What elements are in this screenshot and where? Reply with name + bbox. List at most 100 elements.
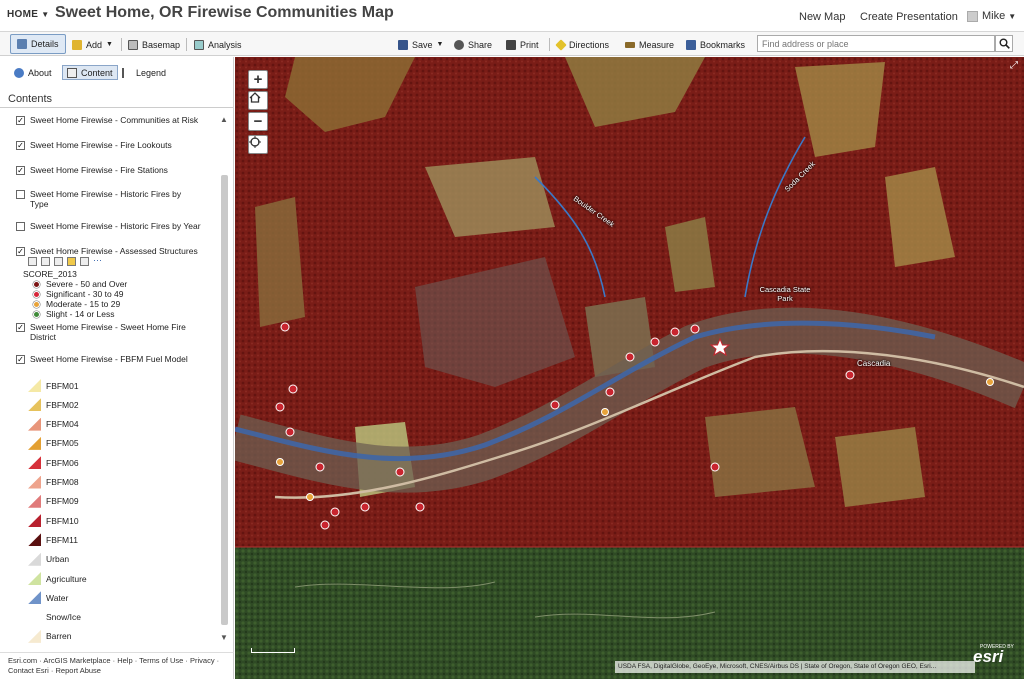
- analysis-icon[interactable]: [80, 257, 89, 266]
- save-button[interactable]: Save ▼: [398, 36, 443, 53]
- layer-checkbox[interactable]: [16, 190, 25, 199]
- fuel-swatch-icon: [28, 610, 41, 624]
- share-label: Share: [468, 39, 493, 50]
- filter-icon[interactable]: [67, 257, 76, 266]
- details-button[interactable]: Details: [10, 34, 66, 54]
- print-button[interactable]: Print: [506, 36, 539, 53]
- fuel-legend-item: Urban: [28, 552, 70, 566]
- directions-icon: [555, 38, 567, 51]
- locate-button[interactable]: [248, 135, 268, 154]
- fuel-legend-item: Snow/Ice: [28, 610, 81, 624]
- add-button[interactable]: Add ▼: [72, 36, 113, 53]
- chevron-down-icon[interactable]: ▼: [220, 633, 228, 642]
- fuel-legend-item: FBFM10: [28, 514, 79, 528]
- panel-scrollbar[interactable]: ▲ ▼: [219, 115, 230, 647]
- moderate-dot-icon: [33, 300, 40, 308]
- footer-links: Esri.com · ArcGIS Marketplace · Help · T…: [0, 652, 234, 679]
- home-menu-button[interactable]: HOME ▼: [7, 9, 49, 20]
- layer-item[interactable]: ✓ Sweet Home Firewise - Fire Lookouts: [16, 140, 216, 150]
- app-header: HOME ▼ Sweet Home, OR Firewise Communitie…: [0, 0, 1024, 32]
- zoom-out-button[interactable]: −: [248, 112, 268, 131]
- new-map-link[interactable]: New Map: [799, 11, 845, 23]
- details-panel: About Content Legend Contents ✓ Sweet Ho…: [0, 57, 234, 652]
- ruler-icon: [625, 41, 635, 48]
- more-options-icon[interactable]: ···: [93, 256, 105, 266]
- user-menu[interactable]: Mike ▼: [967, 10, 1016, 22]
- severe-dot-icon: [33, 280, 40, 288]
- bookmarks-button[interactable]: Bookmarks: [686, 36, 745, 53]
- fuel-legend-item: FBFM09: [28, 494, 79, 508]
- analysis-label: Analysis: [208, 39, 242, 50]
- slight-dot-icon: [33, 310, 40, 318]
- footer-line-1[interactable]: Esri.com · ArcGIS Marketplace · Help · T…: [8, 656, 225, 666]
- tab-legend[interactable]: Legend: [122, 65, 166, 80]
- fuel-legend-item: FBFM06: [28, 456, 79, 470]
- layer-item[interactable]: ✓ Sweet Home Firewise - FBFM Fuel Model: [16, 354, 216, 364]
- basemap-button[interactable]: Basemap: [128, 36, 180, 53]
- home-extent-button[interactable]: [248, 91, 268, 110]
- layer-checkbox[interactable]: ✓: [16, 116, 25, 125]
- layer-checkbox[interactable]: ✓: [16, 247, 25, 256]
- fuel-legend-label: FBFM01: [46, 380, 79, 391]
- expand-icon[interactable]: ⤢: [1010, 60, 1018, 71]
- fuel-legend-label: Urban: [46, 554, 70, 565]
- scrollbar-thumb[interactable]: [221, 175, 228, 625]
- create-presentation-link[interactable]: Create Presentation: [860, 11, 958, 23]
- print-label: Print: [520, 39, 539, 50]
- map-view[interactable]: + − ⤢ Boulder Creek Soda Creek Cascadia …: [235, 57, 1024, 679]
- layer-item[interactable]: Sweet Home Firewise - Historic Fires by …: [16, 221, 216, 231]
- legend-icon: [122, 67, 132, 78]
- legend-item: Severe - 50 and Over: [33, 279, 127, 289]
- fuel-swatch-icon: [28, 436, 41, 450]
- style-icon[interactable]: [54, 257, 63, 266]
- fuel-swatch-icon: [28, 494, 41, 508]
- table-icon[interactable]: [28, 257, 37, 266]
- search-button[interactable]: [995, 35, 1013, 52]
- layer-checkbox[interactable]: [16, 222, 25, 231]
- layer-label: Sweet Home Firewise - Historic Fires by …: [30, 189, 182, 209]
- search-icon: [999, 38, 1010, 49]
- tab-content[interactable]: Content: [62, 65, 118, 80]
- tab-about[interactable]: About: [14, 65, 52, 80]
- layer-item[interactable]: ✓ Sweet Home Firewise - Sweet Home Fire …: [16, 322, 196, 342]
- chevron-down-icon: ▼: [106, 41, 113, 48]
- layer-item[interactable]: Sweet Home Firewise - Historic Fires by …: [16, 189, 196, 209]
- search-input[interactable]: [757, 35, 995, 52]
- fuel-swatch-icon: [28, 417, 41, 431]
- esri-logo[interactable]: esri: [973, 647, 1003, 667]
- fuel-legend-item: FBFM11: [28, 533, 78, 547]
- add-icon: [72, 39, 82, 50]
- map-canvas[interactable]: [235, 57, 1024, 679]
- layer-checkbox[interactable]: ✓: [16, 141, 25, 150]
- details-icon: [17, 39, 27, 49]
- basemap-label: Basemap: [142, 39, 181, 50]
- layer-label: Sweet Home Firewise - Assessed Structure…: [30, 246, 198, 256]
- legend-label: Slight - 14 or Less: [46, 309, 115, 319]
- fuel-swatch-icon: [28, 533, 41, 547]
- layer-checkbox[interactable]: ✓: [16, 355, 25, 364]
- layer-checkbox[interactable]: ✓: [16, 323, 25, 332]
- layer-item[interactable]: ✓ Sweet Home Firewise - Fire Stations: [16, 165, 216, 175]
- print-icon: [506, 39, 516, 50]
- layer-label: Sweet Home Firewise - Historic Fires by …: [30, 221, 201, 231]
- analysis-button[interactable]: Analysis: [194, 36, 242, 53]
- layer-checkbox[interactable]: ✓: [16, 166, 25, 175]
- map-attribution[interactable]: USDA FSA, DigitalGlobe, GeoEye, Microsof…: [615, 661, 975, 673]
- measure-button[interactable]: Measure: [625, 36, 674, 53]
- chevron-up-icon[interactable]: ▲: [220, 115, 228, 124]
- save-icon: [398, 39, 408, 50]
- footer-line-2[interactable]: Contact Esri · Report Abuse: [8, 666, 225, 676]
- content-icon: [67, 67, 77, 78]
- analysis-icon: [194, 39, 204, 50]
- directions-button[interactable]: Directions: [555, 36, 609, 53]
- layer-item[interactable]: ✓ Sweet Home Firewise - Assessed Structu…: [16, 246, 216, 256]
- layer-item[interactable]: ✓ Sweet Home Firewise - Communities at R…: [16, 115, 216, 125]
- grid-icon[interactable]: [41, 257, 50, 266]
- info-icon: [14, 67, 24, 78]
- zoom-in-button[interactable]: +: [248, 70, 268, 89]
- chevron-down-icon: ▼: [41, 10, 50, 19]
- fuel-legend-label: FBFM06: [46, 457, 79, 468]
- panel-tabs: About Content Legend: [0, 61, 233, 83]
- share-button[interactable]: Share: [454, 36, 492, 53]
- bookmarks-label: Bookmarks: [700, 39, 746, 50]
